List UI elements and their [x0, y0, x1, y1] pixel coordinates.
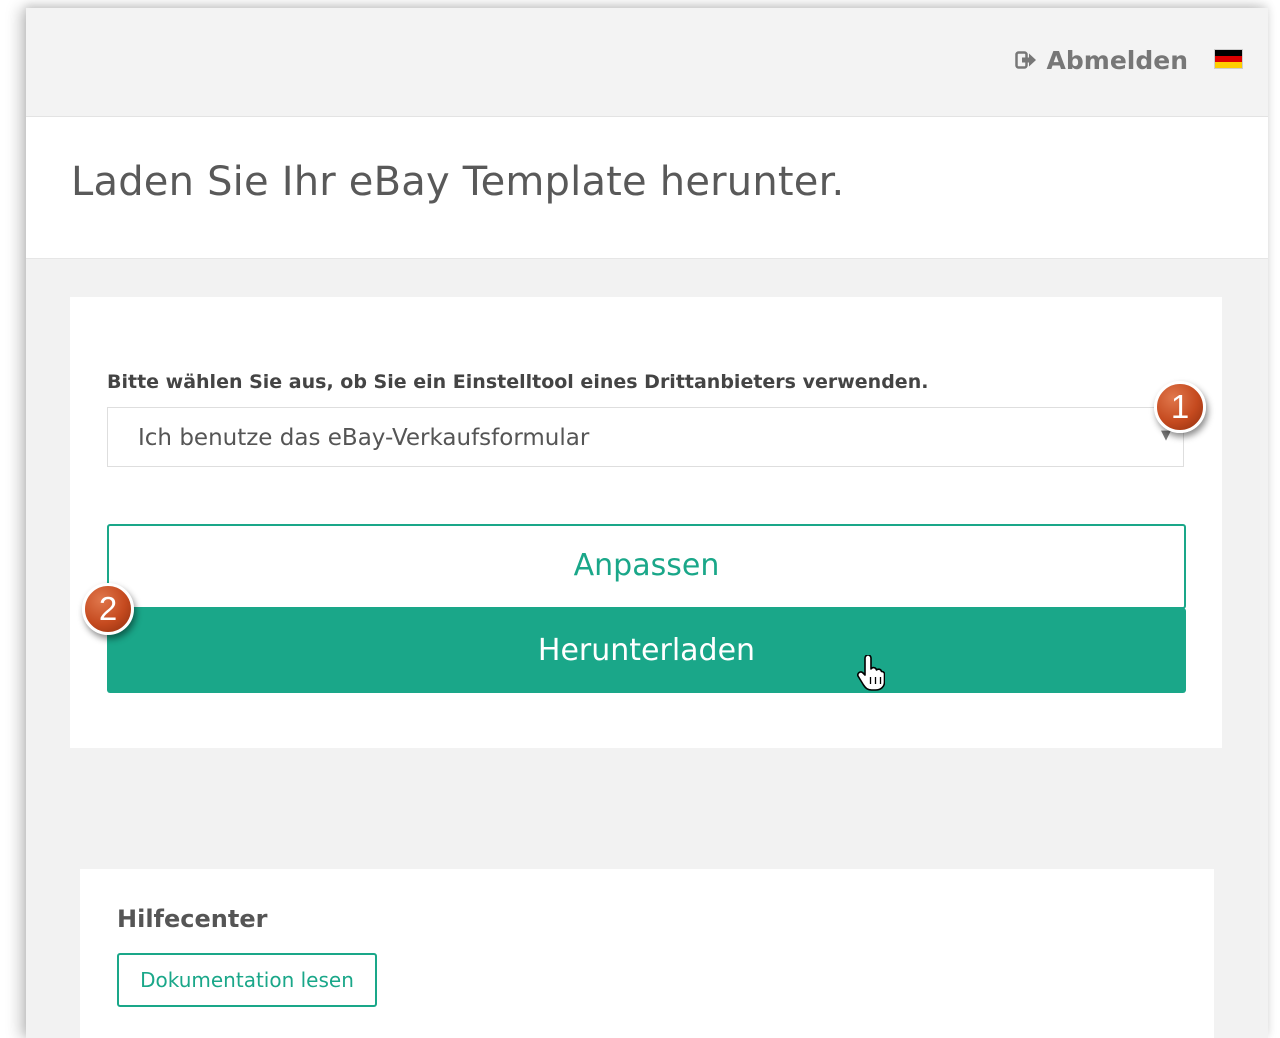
help-center-card: Hilfecenter Dokumentation lesen [80, 869, 1214, 1038]
tool-select[interactable]: Ich benutze das eBay-Verkaufsformular ▼ [107, 407, 1184, 467]
sign-out-icon [1014, 51, 1037, 69]
tool-select-label: Bitte wählen Sie aus, ob Sie ein Einstel… [107, 371, 929, 393]
customize-button[interactable]: Anpassen [107, 524, 1186, 609]
hand-cursor-icon [857, 639, 886, 725]
tool-select-value: Ich benutze das eBay-Verkaufsformular [138, 425, 590, 451]
germany-flag-icon[interactable] [1215, 50, 1242, 68]
download-button-label: Herunterladen [537, 633, 756, 668]
logout-label: Abmelden [1046, 45, 1188, 75]
page-header: Laden Sie Ihr eBay Template herunter. [26, 117, 1268, 259]
annotation-marker-1: 1 [1154, 381, 1206, 433]
download-button[interactable]: Herunterladen [107, 608, 1186, 693]
read-documentation-button[interactable]: Dokumentation lesen [117, 953, 377, 1007]
logout-link[interactable]: Abmelden [1014, 44, 1188, 76]
template-download-card: Bitte wählen Sie aus, ob Sie ein Einstel… [70, 297, 1222, 748]
app-window: Abmelden Laden Sie Ihr eBay Template her… [26, 8, 1268, 1038]
top-bar: Abmelden [26, 8, 1268, 117]
annotation-marker-2: 2 [82, 583, 134, 635]
help-center-title: Hilfecenter [117, 905, 268, 933]
page-title: Laden Sie Ihr eBay Template herunter. [71, 159, 845, 205]
